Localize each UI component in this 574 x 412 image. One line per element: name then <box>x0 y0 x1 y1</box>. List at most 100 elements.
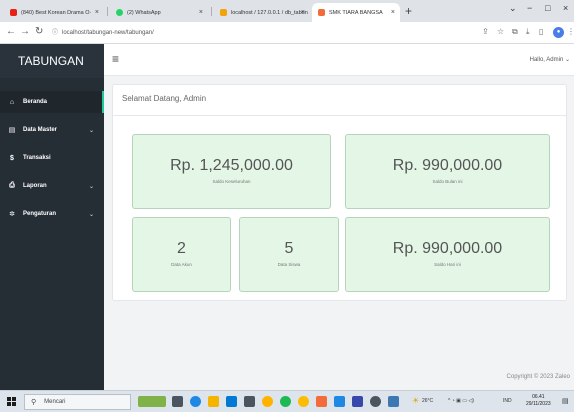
print-icon: ⎙ <box>9 182 15 189</box>
search-placeholder: Mencari <box>44 399 66 405</box>
forward-icon[interactable]: → <box>20 26 30 37</box>
clock-time: 06.41 <box>532 394 545 400</box>
minimize-icon[interactable]: − <box>527 3 532 13</box>
youtube-icon <box>10 9 17 16</box>
tab-title: (840) Best Korean Drama O· <box>21 9 92 16</box>
stat-data-akun: 2 Data Akun <box>132 217 231 292</box>
search-icon: ⚲ <box>31 399 37 406</box>
window-close-icon[interactable]: × <box>563 3 568 13</box>
sidebar-item-label: Beranda <box>23 99 48 105</box>
sidebar: TABUNGAN ⌂ Beranda ▤ Data Master ⌄ $ Tra… <box>0 44 104 390</box>
tab-smk-tiara-bangsa[interactable]: SMK TIARA BANGSA × <box>312 3 400 22</box>
clock[interactable]: 06.41 29/11/2023 <box>526 394 551 408</box>
chevron-down-icon: ⌄ <box>88 211 94 218</box>
profile-avatar[interactable]: ● <box>553 27 564 38</box>
new-tab-icon[interactable]: + <box>405 4 412 18</box>
app-icon[interactable] <box>388 396 399 407</box>
tab-whatsapp[interactable]: (2) WhatsApp × <box>110 3 208 22</box>
file-explorer-icon[interactable] <box>208 396 219 407</box>
stat-value: Rp. 1,245,000.00 <box>170 157 293 174</box>
back-icon[interactable]: ← <box>6 26 16 37</box>
app-icon[interactable] <box>262 396 273 407</box>
system-tray-icons[interactable]: ^ ◔ ▣ ▭ ◁) <box>448 398 474 404</box>
url-field[interactable]: ⓘ localhost/tabungan-new/tabungan/ <box>52 27 154 36</box>
sidebar-item-transaksi[interactable]: $ Transaksi <box>0 147 104 169</box>
close-icon[interactable]: × <box>391 9 395 16</box>
main-content: Selamat Datang, Admin Rp. 1,245,000.00 S… <box>104 76 574 390</box>
sidebar-item-data-master[interactable]: ▤ Data Master ⌄ <box>0 119 104 141</box>
browser-tab-strip: (840) Best Korean Drama O· × (2) WhatsAp… <box>0 0 574 22</box>
task-view-icon[interactable] <box>172 396 183 407</box>
stat-value: 2 <box>177 240 186 257</box>
footer-copyright: Copyright © 2023 Zaleo <box>506 374 570 380</box>
sidebar-item-pengaturan[interactable]: ✲ Pengaturan ⌄ <box>0 203 104 225</box>
user-greeting-dropdown[interactable]: Hallo, Admin ⌄ <box>530 56 570 63</box>
app-icon[interactable] <box>316 396 327 407</box>
tab-divider <box>107 7 108 16</box>
stat-value: Rp. 990,000.00 <box>392 240 503 257</box>
tab-search-chevron-icon[interactable]: ⌄ <box>509 3 517 14</box>
mail-icon[interactable] <box>226 396 237 407</box>
user-greeting: Hallo, Admin <box>529 57 564 63</box>
spotify-icon[interactable] <box>280 396 291 407</box>
tab-divider <box>211 7 212 16</box>
reload-icon[interactable]: ↻ <box>35 26 43 37</box>
stat-saldo-keseluruhan: Rp. 1,245,000.00 Saldo Keseluruhan <box>132 134 331 209</box>
chrome-icon[interactable] <box>298 396 309 407</box>
stat-value: Rp. 990,000.00 <box>392 157 503 174</box>
maximize-icon[interactable]: □ <box>545 3 550 13</box>
extensions-icon[interactable]: ⧉ <box>512 27 518 37</box>
card-divider <box>113 115 566 116</box>
stat-saldo-bulan-ini: Rp. 990,000.00 Saldo Bulan ini <box>345 134 550 209</box>
tab-title: SMK TIARA BANGSA <box>329 9 383 16</box>
edge-icon[interactable] <box>190 396 201 407</box>
dollar-icon: $ <box>10 154 14 162</box>
phpmyadmin-icon <box>220 9 227 16</box>
hamburger-menu-icon[interactable]: ≡ <box>112 52 119 66</box>
dashboard-card: Selamat Datang, Admin Rp. 1,245,000.00 S… <box>112 84 567 301</box>
site-info-icon[interactable]: ⓘ <box>52 30 58 36</box>
whatsapp-icon <box>116 9 123 16</box>
taskbar-search-input[interactable]: ⚲ Mencari <box>24 394 131 410</box>
sidebar-item-beranda[interactable]: ⌂ Beranda <box>0 91 104 113</box>
language-indicator[interactable]: IND <box>503 398 512 404</box>
close-icon[interactable]: × <box>95 9 99 16</box>
book-icon: ▤ <box>8 127 16 134</box>
sidebar-item-label: Pengaturan <box>23 211 57 217</box>
sidebar-item-laporan[interactable]: ⎙ Laporan ⌄ <box>0 175 104 197</box>
download-icon[interactable]: ⤓ <box>526 27 530 37</box>
sidepanel-icon[interactable]: ▯ <box>539 27 543 36</box>
taskbar-widget-image[interactable] <box>138 396 166 407</box>
stat-label: Saldo Hari ini <box>434 262 461 267</box>
top-navbar: ≡ Hallo, Admin ⌄ <box>104 44 574 76</box>
address-bar: ← → ↻ ⓘ localhost/tabungan-new/tabungan/ … <box>0 22 574 44</box>
windows-start-icon[interactable] <box>7 397 16 406</box>
store-icon[interactable] <box>244 396 255 407</box>
home-icon: ⌂ <box>9 98 15 106</box>
menu-kebab-icon[interactable]: ⋮ <box>567 27 574 36</box>
url-text: localhost/tabungan-new/tabungan/ <box>62 30 154 36</box>
app-icon[interactable] <box>352 396 363 407</box>
tab-title: (2) WhatsApp <box>127 9 161 16</box>
chevron-down-icon: ⌄ <box>88 127 94 134</box>
stat-label: Data Akun <box>171 262 192 267</box>
notification-icon[interactable]: ▤ <box>562 397 569 405</box>
close-icon[interactable]: × <box>199 9 203 16</box>
settings-icon[interactable] <box>370 396 381 407</box>
tab-youtube[interactable]: (840) Best Korean Drama O· × <box>4 3 104 22</box>
bookmark-star-icon[interactable]: ☆ <box>497 27 504 36</box>
sidebar-item-label: Transaksi <box>23 155 51 161</box>
stat-label: Saldo Bulan ini <box>432 179 463 184</box>
stat-saldo-hari-ini: Rp. 990,000.00 Saldo Hari ini <box>345 217 550 292</box>
close-icon[interactable]: × <box>301 9 305 16</box>
vscode-icon[interactable] <box>334 396 345 407</box>
brand-title[interactable]: TABUNGAN <box>0 44 104 78</box>
stat-label: Data Siswa <box>277 262 301 267</box>
share-icon[interactable]: ⇪ <box>482 27 489 36</box>
tab-title: localhost / 127.0.0.1 / db_tabun <box>231 9 308 16</box>
weather-icon[interactable]: ☀ <box>412 396 419 405</box>
stat-data-siswa: 5 Data Siswa <box>239 217 339 292</box>
chevron-down-icon: ⌄ <box>88 183 94 190</box>
weather-text[interactable]: 26°C <box>422 398 433 404</box>
tab-phpmyadmin[interactable]: localhost / 127.0.0.1 / db_tabun × <box>214 3 310 22</box>
